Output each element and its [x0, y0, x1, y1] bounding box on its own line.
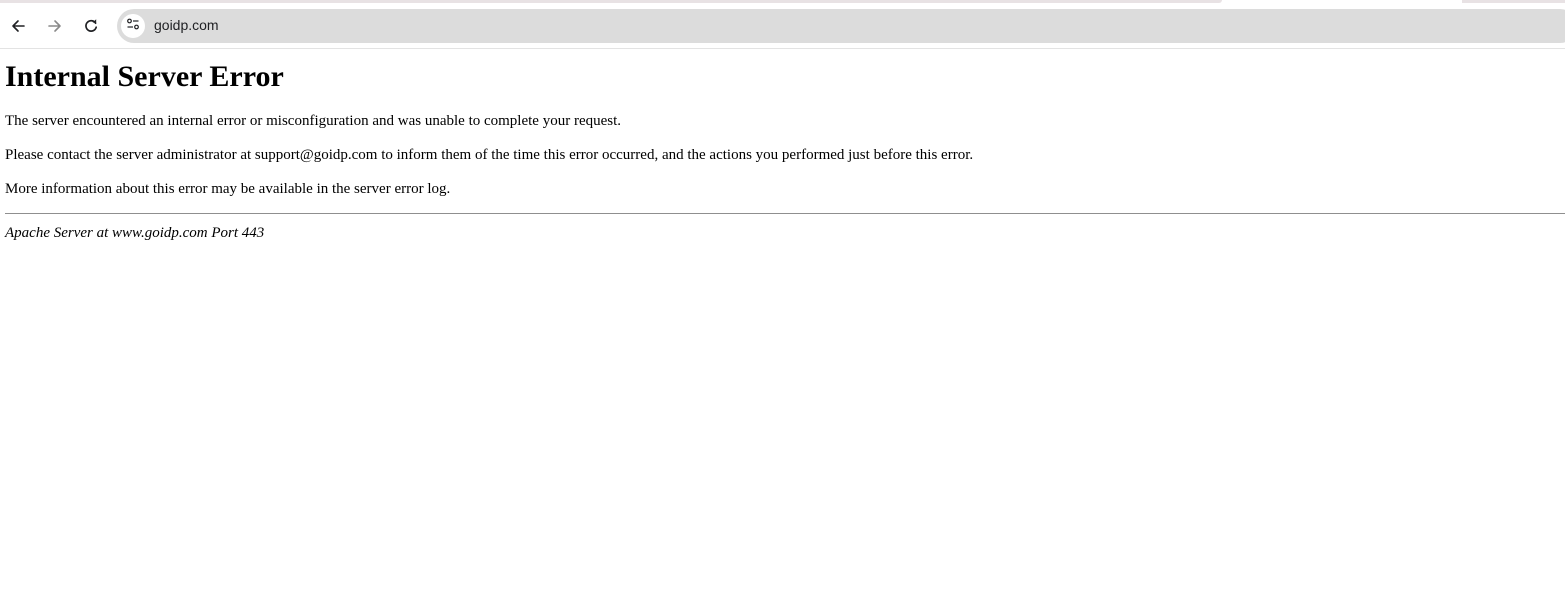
active-tab-edge — [0, 0, 1222, 3]
page-title: Internal Server Error — [5, 60, 284, 93]
contact-admin-text: Please contact the server administrator … — [5, 147, 974, 163]
tune-icon — [126, 17, 140, 36]
site-info-button[interactable] — [121, 14, 145, 38]
reload-icon — [83, 18, 99, 34]
url-text[interactable]: goidp.com — [154, 17, 219, 33]
address-bar[interactable]: goidp.com — [117, 9, 1565, 43]
error-log-text: More information about this error may be… — [5, 181, 451, 197]
page-content: Internal Server Error The server encount… — [0, 59, 1565, 242]
server-signature: Apache Server at www.goidp.com Port 443 — [5, 225, 265, 241]
arrow-left-icon — [10, 18, 26, 34]
inactive-tab-edge — [1462, 0, 1565, 3]
arrow-right-icon — [47, 18, 63, 34]
back-button[interactable] — [4, 12, 32, 40]
error-description: The server encountered an internal error… — [5, 113, 622, 129]
divider — [5, 213, 1565, 214]
forward-button[interactable] — [41, 12, 69, 40]
browser-toolbar: goidp.com — [0, 0, 1565, 49]
reload-button[interactable] — [77, 12, 105, 40]
